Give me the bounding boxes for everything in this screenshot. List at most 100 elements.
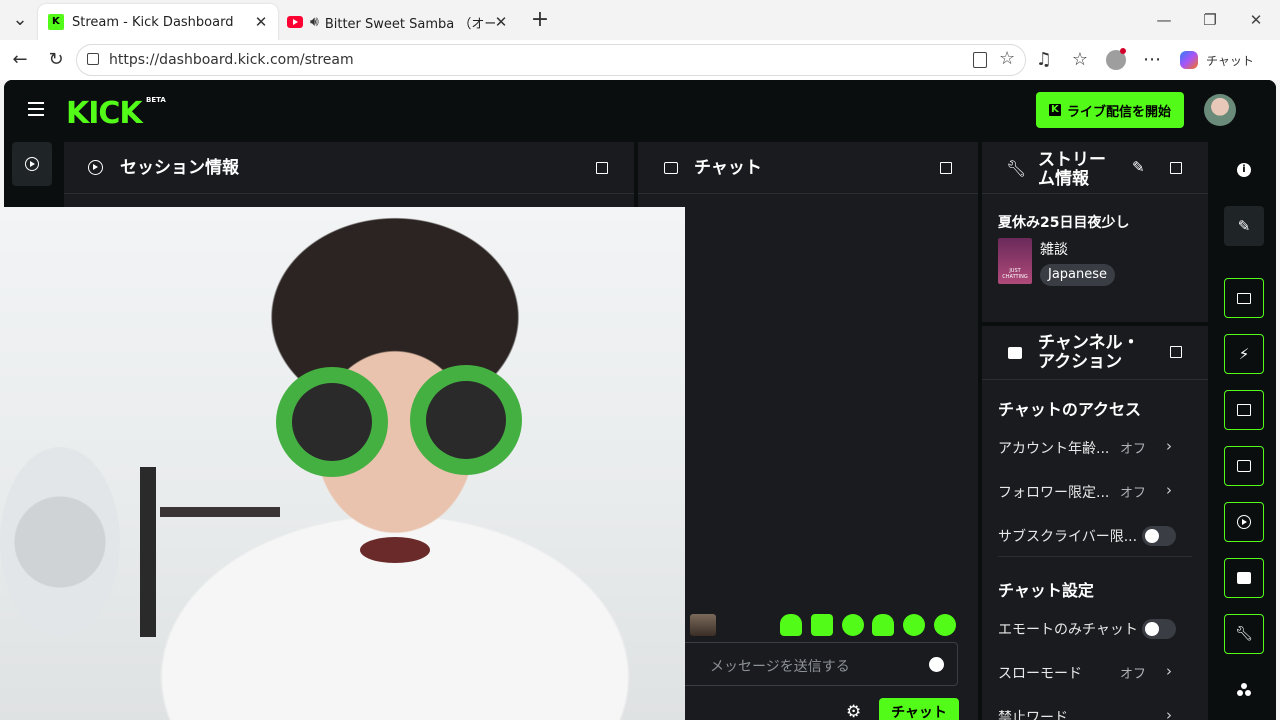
- app-header: KICK BETA K ライブ配信を開始: [4, 80, 1276, 142]
- emote-alien-icon[interactable]: [903, 614, 925, 636]
- menu-icon[interactable]: [28, 102, 44, 116]
- chat-send-label: チャット: [891, 705, 947, 720]
- chevron-right-icon: ›: [1166, 481, 1172, 499]
- divider: [998, 556, 1192, 557]
- browser-toolbar: ← ↻ https://dashboard.kick.com/stream ☆ …: [0, 40, 1280, 80]
- edit-icon[interactable]: ✎: [1132, 158, 1150, 176]
- kick-logo[interactable]: KICK: [66, 96, 143, 131]
- rail-chat-button[interactable]: [1224, 446, 1264, 486]
- row-value: オフ: [1119, 486, 1146, 501]
- stream-info-panel: 🔧︎ ストリー ム情報 ✎ 夏休み25日目夜少し JUST CHATTING 雑…: [982, 142, 1208, 322]
- row-label: 禁止ワード: [998, 710, 1068, 720]
- list-icon: [1237, 404, 1251, 416]
- green-glasses: [410, 365, 522, 475]
- follower-only-row[interactable]: フォロワー限定... オフ ›: [998, 481, 1192, 502]
- channel-actions-panel: チャンネル・ アクション チャットのアクセス アカウント年齢... オフ › フ…: [982, 326, 1208, 720]
- chat-send-button[interactable]: チャット: [879, 698, 959, 720]
- tab-close-icon[interactable]: ✕: [252, 13, 270, 31]
- emote-angry-icon[interactable]: [811, 614, 833, 636]
- reader-mode-icon[interactable]: [973, 52, 987, 68]
- fan: [0, 447, 120, 637]
- info-icon[interactable]: i: [1224, 150, 1264, 190]
- webcam-overlay: [0, 207, 685, 720]
- reload-icon[interactable]: ↻: [44, 48, 68, 72]
- slow-mode-row[interactable]: スローモード オフ ›: [998, 662, 1192, 683]
- banned-words-row[interactable]: 禁止ワード ›: [998, 706, 1192, 720]
- emote-only-toggle[interactable]: [1142, 619, 1176, 639]
- emote-ghost-icon[interactable]: [780, 614, 802, 636]
- mouth: [360, 537, 430, 563]
- chat-input-placeholder: メッセージを送信する: [710, 659, 850, 675]
- panel-header: チャンネル・ アクション: [982, 326, 1208, 380]
- panel-title: ストリー ム情報: [1038, 151, 1106, 189]
- lightning-icon: ⚡︎: [1238, 345, 1250, 363]
- chat-access-heading: チャットのアクセス: [998, 400, 1142, 419]
- go-live-label: ライブ配信を開始: [1066, 104, 1171, 120]
- copilot-button[interactable]: チャット: [1172, 46, 1268, 74]
- video-camera-icon: [1237, 572, 1251, 584]
- shelf: [160, 507, 280, 517]
- green-glasses: [276, 367, 388, 477]
- video-frame-icon: [1237, 292, 1251, 304]
- category-name: 雑談: [1040, 242, 1068, 258]
- chat-settings-icon[interactable]: ⚙: [846, 702, 861, 720]
- rail-wrench-button[interactable]: 🔧︎: [1224, 614, 1264, 654]
- site-info-icon[interactable]: [87, 53, 99, 65]
- panel-title: セッション情報: [120, 158, 239, 178]
- favorites-icon[interactable]: ☆: [1068, 48, 1092, 72]
- emote-smile-icon[interactable]: [872, 614, 894, 636]
- go-live-button[interactable]: K ライブ配信を開始: [1036, 92, 1184, 128]
- chevron-right-icon: ›: [1166, 662, 1172, 680]
- row-label: アカウント年齢...: [998, 441, 1110, 457]
- edit-icon[interactable]: ✎: [1224, 206, 1264, 246]
- panel-title-line1: チャンネル・: [1038, 333, 1140, 353]
- panel-title: チャット: [694, 158, 762, 178]
- popout-icon[interactable]: [1170, 346, 1182, 358]
- tab-bitter-sweet-samba[interactable]: 🔊︎ Bitter Sweet Samba （オールナ ✕: [280, 4, 518, 40]
- emote-frog-icon[interactable]: [842, 614, 864, 636]
- music-icon[interactable]: ♫: [1032, 48, 1056, 72]
- kick-favicon-icon: K: [48, 14, 64, 30]
- tab-title: Stream - Kick Dashboard: [72, 14, 234, 30]
- tab-close-icon[interactable]: ✕: [492, 13, 510, 31]
- copilot-label: チャット: [1206, 53, 1254, 68]
- play-circle-icon: [1237, 515, 1251, 529]
- restore-icon[interactable]: ❐: [1196, 6, 1224, 34]
- emote-happy-icon[interactable]: [934, 614, 956, 636]
- rail-play-button[interactable]: [1224, 502, 1264, 542]
- chat-input[interactable]: メッセージを送信する: [658, 642, 958, 686]
- subscriber-only-toggle[interactable]: [1142, 526, 1176, 546]
- minimize-icon[interactable]: —: [1150, 6, 1178, 34]
- back-icon[interactable]: ←: [8, 48, 32, 72]
- tab-list-icon[interactable]: ⌄: [8, 8, 32, 32]
- rail-stream-button[interactable]: [12, 142, 52, 186]
- popout-icon[interactable]: [940, 162, 952, 174]
- more-icon[interactable]: ⋯: [1140, 48, 1164, 72]
- rail-bolt-button[interactable]: ⚡︎: [1224, 334, 1264, 374]
- close-window-icon[interactable]: ✕: [1242, 6, 1270, 34]
- play-circle-icon: [88, 160, 103, 175]
- browser-tab-bar: ⌄ K Stream - Kick Dashboard ✕ 🔊︎ Bitter …: [0, 0, 1280, 40]
- address-bar[interactable]: https://dashboard.kick.com/stream ☆: [76, 44, 1026, 76]
- new-tab-icon[interactable]: +: [528, 8, 552, 32]
- emoji-icon[interactable]: [929, 657, 944, 672]
- popout-icon[interactable]: [596, 162, 608, 174]
- favorite-star-icon[interactable]: ☆: [999, 48, 1015, 69]
- user-avatar[interactable]: [1204, 94, 1236, 126]
- chat-user-avatar: [690, 614, 716, 636]
- panel-title-line1: ストリー: [1038, 150, 1106, 170]
- popout-icon[interactable]: [1170, 162, 1182, 174]
- language-badge: Japanese: [1040, 264, 1116, 286]
- speaker-icon[interactable]: 🔊︎: [310, 14, 319, 30]
- account-age-row[interactable]: アカウント年齢... オフ ›: [998, 437, 1192, 458]
- tab-kick-dashboard[interactable]: K Stream - Kick Dashboard ✕: [38, 4, 278, 40]
- chevron-right-icon: ›: [1166, 706, 1172, 720]
- rail-video-button[interactable]: [1224, 278, 1264, 318]
- rail-camera-button[interactable]: [1224, 558, 1264, 598]
- panel-header: セッション情報: [64, 142, 634, 194]
- apps-icon[interactable]: [1224, 670, 1264, 710]
- wrench-icon: 🔧︎: [1235, 626, 1253, 642]
- profile-avatar[interactable]: [1106, 48, 1126, 70]
- panel-header: 🔧︎ ストリー ム情報 ✎: [982, 142, 1208, 194]
- rail-list-button[interactable]: [1224, 390, 1264, 430]
